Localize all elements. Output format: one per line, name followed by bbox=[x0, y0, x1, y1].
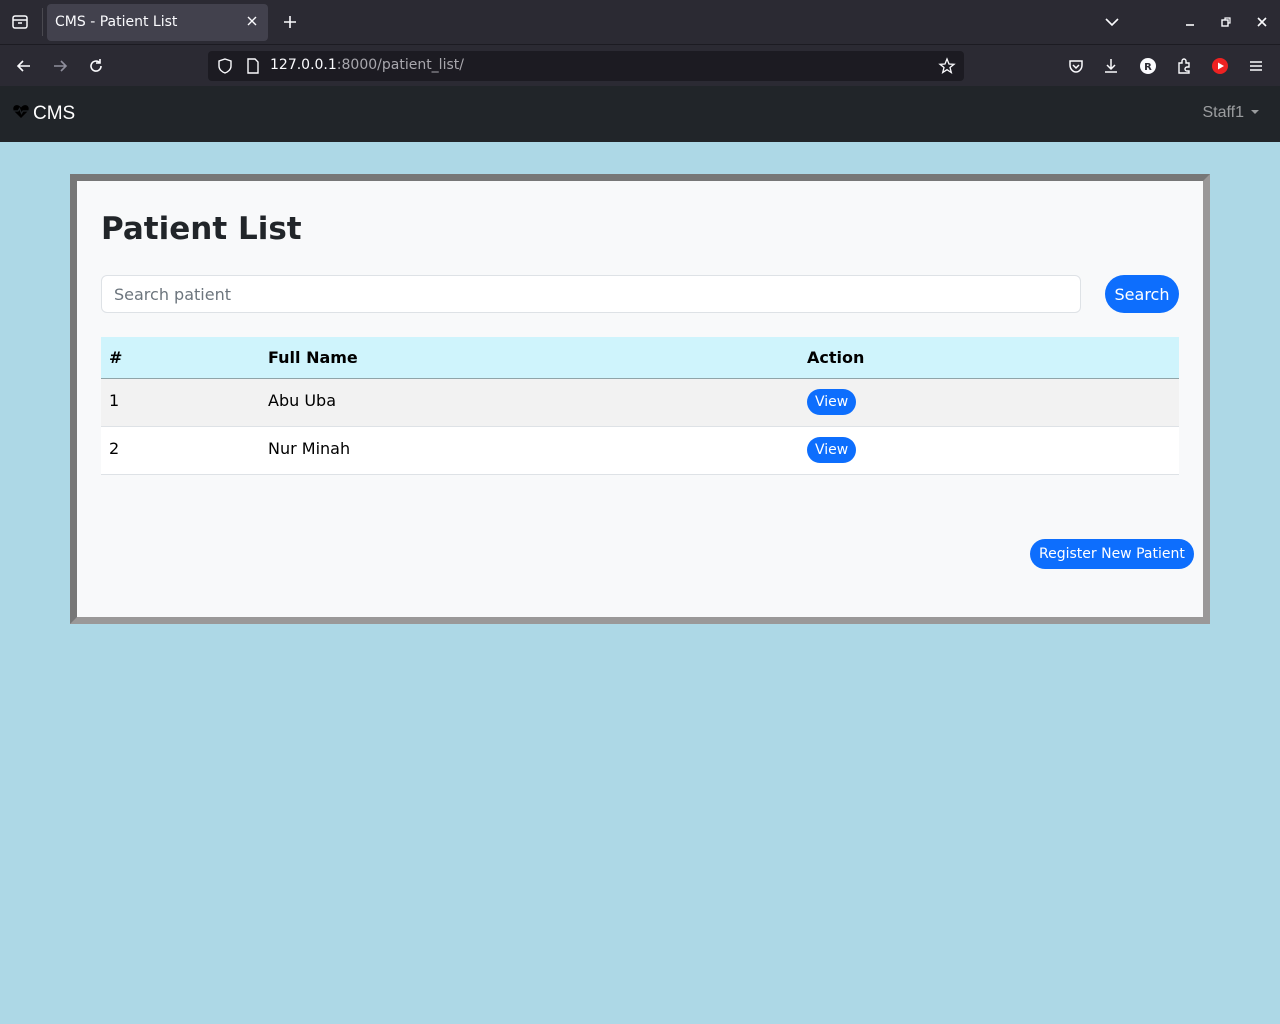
page-title: Patient List bbox=[101, 211, 302, 247]
search-input[interactable] bbox=[101, 275, 1081, 313]
url-text: 127.0.0.1:8000/patient_list/ bbox=[270, 57, 464, 73]
youtube-extension-icon[interactable] bbox=[1210, 56, 1230, 76]
tab-close-icon[interactable] bbox=[244, 13, 260, 29]
view-patient-button[interactable]: View bbox=[807, 389, 857, 415]
row-number: 1 bbox=[109, 390, 120, 410]
new-tab-icon[interactable] bbox=[280, 12, 300, 32]
brand[interactable]: CMS bbox=[12, 102, 75, 126]
search-button[interactable]: Search bbox=[1105, 275, 1179, 313]
browser-tab-active[interactable]: CMS - Patient List bbox=[47, 4, 268, 41]
column-header-number: # bbox=[109, 347, 123, 367]
download-icon[interactable] bbox=[1101, 56, 1121, 76]
extensions-icon[interactable] bbox=[1174, 56, 1194, 76]
tab-list-chevron-icon[interactable] bbox=[1102, 12, 1122, 32]
patient-name: Nur Minah bbox=[268, 438, 351, 458]
caret-down-icon bbox=[1250, 104, 1260, 122]
url-host: 127.0.0.1 bbox=[270, 57, 337, 73]
column-header-full-name: Full Name bbox=[268, 347, 358, 367]
url-path: :8000/patient_list/ bbox=[336, 57, 464, 73]
svg-text:R: R bbox=[1144, 62, 1152, 73]
patient-list-card: Patient List Search # Full Name Action 1… bbox=[70, 174, 1210, 624]
view-patient-button[interactable]: View bbox=[807, 437, 857, 463]
forward-icon[interactable] bbox=[50, 56, 70, 76]
browser-tabbar: CMS - Patient List bbox=[0, 0, 1280, 44]
table-row: 1 Abu Uba View bbox=[101, 378, 1179, 426]
table-row: 2 Nur Minah View bbox=[101, 426, 1179, 474]
tab-title: CMS - Patient List bbox=[55, 14, 178, 30]
patient-table: # Full Name Action 1 Abu Uba View 2 Nur … bbox=[101, 337, 1179, 475]
pocket-icon[interactable] bbox=[1066, 56, 1086, 76]
page-icon[interactable] bbox=[244, 57, 262, 75]
back-icon[interactable] bbox=[14, 56, 34, 76]
column-header-action: Action bbox=[807, 347, 865, 367]
register-new-patient-button[interactable]: Register New Patient bbox=[1030, 539, 1194, 569]
browser-toolbar: 127.0.0.1:8000/patient_list/ R bbox=[0, 44, 1280, 86]
close-window-icon[interactable] bbox=[1252, 12, 1272, 32]
minimize-icon[interactable] bbox=[1180, 12, 1200, 32]
address-bar[interactable]: 127.0.0.1:8000/patient_list/ bbox=[208, 51, 964, 81]
table-header-row: # Full Name Action bbox=[101, 337, 1179, 378]
heart-pulse-icon bbox=[12, 102, 30, 126]
tab-separator bbox=[42, 8, 43, 36]
restore-icon[interactable] bbox=[1216, 12, 1236, 32]
profile-r-icon[interactable]: R bbox=[1138, 56, 1158, 76]
shield-icon[interactable] bbox=[216, 57, 234, 75]
app-navbar: CMS Staff1 bbox=[0, 86, 1280, 142]
tab-overview-icon[interactable] bbox=[10, 12, 30, 32]
row-number: 2 bbox=[109, 438, 120, 458]
user-name: Staff1 bbox=[1202, 104, 1244, 121]
user-dropdown[interactable]: Staff1 bbox=[1202, 104, 1260, 122]
brand-label: CMS bbox=[33, 103, 76, 124]
reload-icon[interactable] bbox=[86, 56, 106, 76]
patient-name: Abu Uba bbox=[268, 390, 336, 410]
hamburger-menu-icon[interactable] bbox=[1246, 56, 1266, 76]
bookmark-star-icon[interactable] bbox=[938, 57, 956, 75]
